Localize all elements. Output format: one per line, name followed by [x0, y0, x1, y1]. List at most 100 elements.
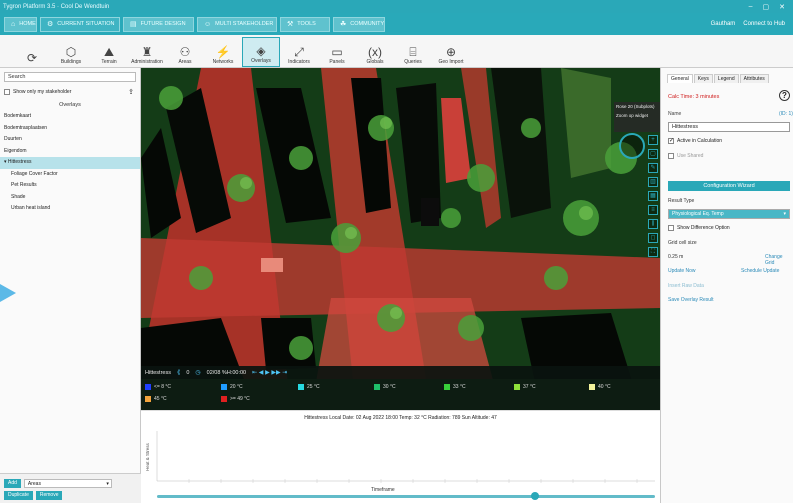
clock-icon: ◷: [195, 370, 201, 376]
tab-multi-stakeholder[interactable]: ☺ MULTI STAKEHOLDER: [197, 16, 277, 32]
list-item[interactable]: Pet Results: [0, 180, 140, 192]
minimize-button[interactable]: –: [749, 3, 753, 11]
list-item[interactable]: Bodemtrasplaatsen: [0, 123, 140, 135]
tab-attributes[interactable]: Attributes: [739, 74, 769, 83]
checkbox-box[interactable]: ✓: [668, 138, 674, 144]
window-title: Tygron Platform 3.5 · Cool De Wendtuin: [3, 3, 110, 10]
grid-icon[interactable]: ▦: [648, 191, 658, 201]
timeline-chart: Hittestress Local Date: 02 Aug 2022 18:0…: [141, 410, 660, 503]
heat-icon[interactable]: ⫼: [648, 219, 658, 229]
list-item[interactable]: Bodemkaart: [0, 111, 140, 123]
list-item[interactable]: Foliage Cover Factor: [0, 169, 140, 181]
checkbox-box[interactable]: [4, 89, 10, 95]
user-name[interactable]: Gautham: [711, 21, 736, 27]
heat-legend: <= 8 °C 20 °C 25 °C 30 °C 33 °C 37 °C 40…: [141, 379, 660, 410]
tab-label: HOME: [19, 21, 36, 27]
help-icon[interactable]: ?: [779, 90, 790, 101]
list-item[interactable]: Duurten: [0, 134, 140, 146]
fullscreen-icon[interactable]: ⛶: [648, 247, 658, 257]
tab-future-design[interactable]: ▤ FUTURE DESIGN: [123, 16, 194, 32]
time-slider[interactable]: [157, 495, 655, 498]
configuration-wizard-button[interactable]: Configuration Wizard: [668, 181, 790, 191]
queries-button[interactable]: ⌸ Queries: [394, 37, 432, 67]
terrain-button[interactable]: ⛰ Terrain: [90, 37, 128, 67]
list-item[interactable]: Urban heat island: [0, 203, 140, 215]
document-icon: ▤: [130, 21, 137, 28]
result-type-label: Result Type: [668, 198, 695, 204]
tab-home[interactable]: ⌂ HOME: [4, 16, 37, 32]
maximize-button[interactable]: ▢: [763, 3, 770, 11]
tool-label: Buildings: [60, 59, 82, 65]
connect-hub-link[interactable]: Connect to Hub: [743, 21, 785, 27]
legend-swatch: [221, 396, 227, 402]
building-icon[interactable]: ▥: [648, 177, 658, 187]
checkbox-box[interactable]: [668, 225, 674, 231]
tool-label: Globals: [366, 59, 384, 65]
indicators-button[interactable]: ⤢ Indicators: [280, 37, 318, 67]
save-overlay-result-link[interactable]: Save Overlay Result: [668, 297, 714, 303]
list-item[interactable]: Shade: [0, 192, 140, 204]
timeline-bar: Hittestress ⟪ 0 ◷ 02/08 %H:00:00 ⇤ ◀ ▶ ▶…: [141, 366, 660, 379]
view-info-line: Zoom op widget: [616, 113, 649, 118]
step-icon[interactable]: ⟪: [177, 369, 180, 376]
active-calculation-checkbox[interactable]: ✓ Active in Calculation: [668, 138, 722, 144]
checkbox-box[interactable]: [668, 153, 674, 159]
tab-tools[interactable]: ⚒ TOOLS: [280, 16, 330, 32]
grid-cell-value: 0.25 m: [668, 254, 684, 260]
comment-icon[interactable]: ◻: [648, 233, 658, 243]
community-icon: ☘: [340, 21, 347, 28]
add-type-select[interactable]: Areas ▾: [23, 479, 112, 488]
remove-button[interactable]: Remove: [35, 491, 63, 500]
overlays-button[interactable]: ◈ Overlays: [242, 37, 280, 67]
update-now-link[interactable]: Update Now: [668, 268, 696, 274]
zoom-in-icon[interactable]: +: [648, 135, 658, 145]
add-button[interactable]: Add: [4, 479, 21, 488]
buildings-button[interactable]: ⬡ Buildings: [52, 37, 90, 67]
tab-current-situation[interactable]: ⚙ CURRENT SITUATION: [40, 16, 120, 32]
insert-raw-data-link[interactable]: Insert Raw Data: [668, 283, 704, 289]
schedule-update-link[interactable]: Schedule Update: [741, 268, 779, 274]
name-input[interactable]: Hittestress: [668, 122, 790, 132]
legend-label: 45 °C: [154, 396, 167, 402]
tab-label: TOOLS: [297, 21, 316, 27]
layers-icon[interactable]: ≡: [648, 205, 658, 215]
legend-swatch: [589, 384, 595, 390]
tab-legend[interactable]: Legend: [713, 74, 739, 83]
panels-button[interactable]: ▭ Panels: [318, 37, 356, 67]
panel-icon: ▭: [331, 45, 343, 59]
pencil-icon[interactable]: ✎: [648, 163, 658, 173]
admin-icon: ♜: [141, 45, 153, 59]
search-input[interactable]: Search: [4, 72, 136, 82]
query-icon: ⌸: [409, 45, 417, 59]
tab-keys[interactable]: Keys: [693, 74, 713, 83]
upload-icon[interactable]: ⇪: [128, 88, 134, 96]
duplicate-button[interactable]: Duplicate: [4, 491, 33, 500]
areas-button[interactable]: ⚇ Areas: [166, 37, 204, 67]
result-type-select[interactable]: Physiological Eq. Temp ▾: [668, 209, 790, 219]
compass-icon[interactable]: [619, 133, 645, 159]
refresh-button[interactable]: ⟳: [12, 37, 52, 67]
list-item-selected[interactable]: ▾ Hittestress: [0, 157, 140, 169]
administration-button[interactable]: ♜ Administration: [128, 37, 166, 67]
gear-icon: ⚙: [47, 21, 54, 28]
playback-controls[interactable]: ⇤ ◀ ▶ ▶▶ ⇥: [252, 369, 287, 376]
globals-button[interactable]: (x) Globals: [356, 37, 394, 67]
3d-map-view[interactable]: [141, 68, 660, 410]
lock-icon[interactable]: ▢: [648, 149, 658, 159]
show-difference-checkbox[interactable]: Show Difference Option: [668, 225, 730, 231]
networks-button[interactable]: ⚡ Networks: [204, 37, 242, 67]
list-item[interactable]: Eigendom: [0, 146, 140, 158]
chart-x-label: Timeframe: [371, 487, 395, 493]
close-button[interactable]: ✕: [779, 3, 785, 11]
clock-value: 02/08 %H:00:00: [206, 369, 247, 376]
grid-cell-label: Grid cell size: [668, 240, 697, 246]
change-grid-link[interactable]: Change Grid: [765, 254, 793, 266]
geo-import-button[interactable]: ⊕ Geo Import: [432, 37, 470, 67]
show-only-stakeholder-checkbox[interactable]: Show only my stakeholder ⇪: [4, 88, 136, 96]
globals-icon: (x): [368, 45, 382, 59]
tab-general[interactable]: General: [667, 74, 693, 83]
use-shared-checkbox[interactable]: Use Shared: [668, 153, 703, 159]
tab-community[interactable]: ☘ COMMUNITY: [333, 16, 385, 32]
tool-label: Queries: [404, 59, 422, 65]
overlay-list-panel: Search Show only my stakeholder ⇪ Overla…: [0, 68, 141, 503]
